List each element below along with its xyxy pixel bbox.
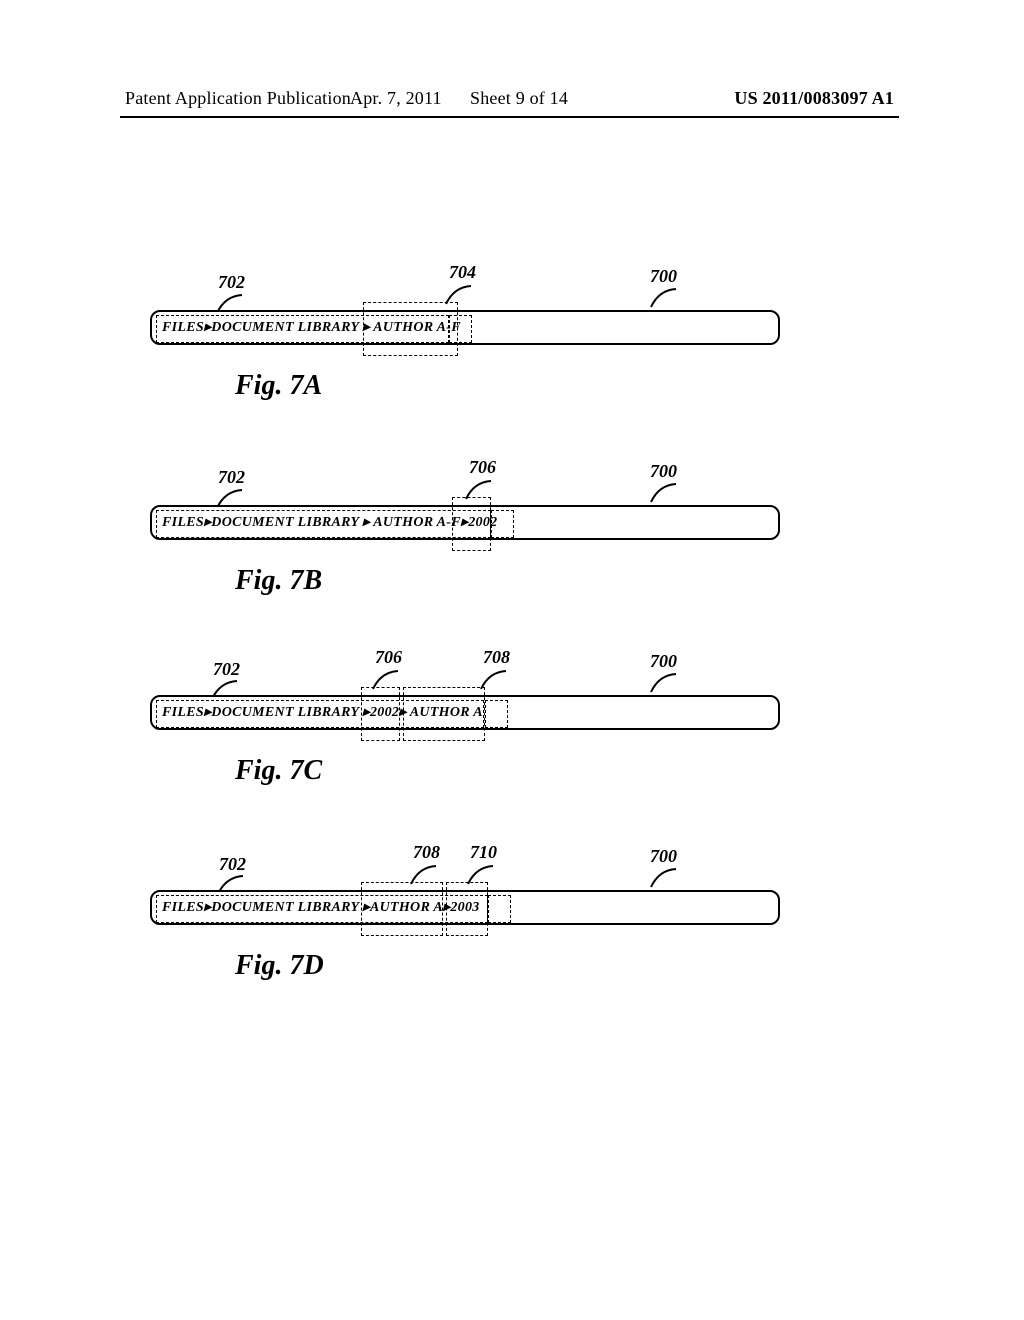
figure-caption-7a: Fig. 7A: [235, 370, 322, 402]
figure-7c: 702 706 708 700 FILES▸DOCUMENT LIBRARY ▸…: [150, 695, 780, 730]
refnum-702: 702: [219, 854, 246, 875]
refnum-700: 700: [650, 266, 677, 287]
figure-caption-7b: Fig. 7B: [235, 565, 322, 597]
refnum-702: 702: [218, 467, 245, 488]
refnum-710: 710: [470, 842, 497, 863]
dashbox-edit-caret-d: [488, 895, 511, 923]
address-text-7a: FILES▸DOCUMENT LIBRARY ▸ AUTHOR A-F: [162, 319, 461, 336]
lead-708: [405, 863, 441, 891]
refnum-700: 700: [650, 846, 677, 867]
header-sheet: Sheet 9 of 14: [470, 88, 568, 109]
address-text-7b: FILES▸DOCUMENT LIBRARY ▸ AUTHOR A-F▸2002: [162, 514, 497, 531]
refnum-702: 702: [218, 272, 245, 293]
patent-page: Patent Application Publication Apr. 7, 2…: [0, 0, 1024, 1320]
lead-708: [475, 668, 511, 696]
figure-caption-7c: Fig. 7C: [235, 755, 322, 787]
header-date: Apr. 7, 2011: [350, 88, 442, 109]
address-bar-7a: FILES▸DOCUMENT LIBRARY ▸ AUTHOR A-F: [150, 310, 780, 345]
lead-710: [462, 863, 498, 891]
refnum-702: 702: [213, 659, 240, 680]
header-left: Patent Application Publication: [125, 88, 351, 109]
lead-704: [440, 283, 476, 311]
figure-7b: 702 706 700 FILES▸DOCUMENT LIBRARY ▸ AUT…: [150, 505, 780, 540]
refnum-708: 708: [483, 647, 510, 668]
address-bar-7b: FILES▸DOCUMENT LIBRARY ▸ AUTHOR A-F▸2002: [150, 505, 780, 540]
header-pubno: US 2011/0083097 A1: [734, 88, 894, 109]
figure-caption-7d: Fig. 7D: [235, 950, 324, 982]
refnum-700: 700: [650, 651, 677, 672]
refnum-706: 706: [469, 457, 496, 478]
figure-7a: 702 704 700 FILES▸DOCUMENT LIBRARY ▸ AUT…: [150, 310, 780, 345]
refnum-706: 706: [375, 647, 402, 668]
address-text-7c: FILES▸DOCUMENT LIBRARY ▸2002▸ AUTHOR A: [162, 704, 483, 721]
lead-706: [460, 478, 496, 506]
dashbox-edit-caret-c: [485, 700, 508, 728]
address-text-7d: FILES▸DOCUMENT LIBRARY ▸AUTHOR A▸2003: [162, 899, 480, 916]
header-rule: [120, 116, 899, 118]
refnum-708: 708: [413, 842, 440, 863]
refnum-700: 700: [650, 461, 677, 482]
address-bar-7c: FILES▸DOCUMENT LIBRARY ▸2002▸ AUTHOR A: [150, 695, 780, 730]
figure-7d: 702 708 710 700 FILES▸DOCUMENT LIBRARY ▸…: [150, 890, 780, 925]
refnum-704: 704: [449, 262, 476, 283]
lead-706: [367, 668, 403, 696]
address-bar-7d: FILES▸DOCUMENT LIBRARY ▸AUTHOR A▸2003: [150, 890, 780, 925]
